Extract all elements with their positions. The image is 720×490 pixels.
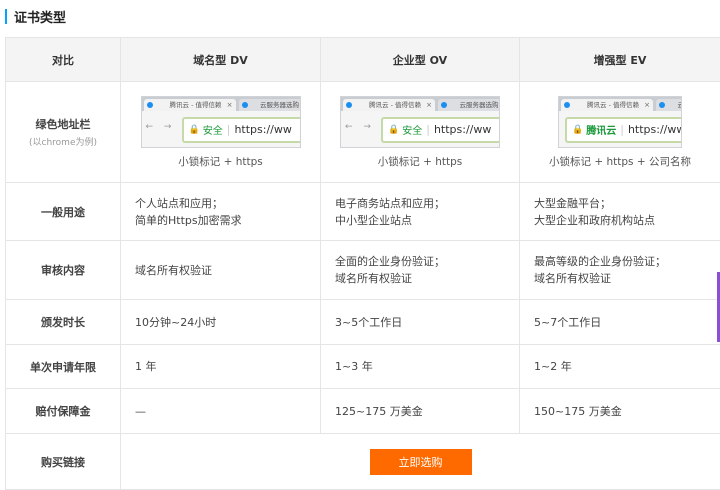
close-icon: × <box>226 100 233 109</box>
address-bar-caption-ev: 小锁标记 + https + 公司名称 <box>549 155 691 168</box>
table-row: 单次申请年限 1 年 1~3 年 1~2 年 <box>5 344 720 389</box>
row-label: 颁发时长 <box>5 299 121 345</box>
close-icon: × <box>644 100 650 109</box>
table-cell: 1 年 <box>120 344 321 389</box>
browser-tab: 云服务器选购 <box>438 98 499 111</box>
favicon-icon <box>241 101 248 108</box>
title-accent-bar <box>5 8 7 24</box>
table-cell: — <box>120 388 321 434</box>
favicon-icon <box>659 101 665 108</box>
header-dv: 域名型 DV <box>120 37 321 82</box>
address-bar-cell-dv: 腾讯云 - 值得信赖 × 云服务器选购 ← → C 🔒 安全 | https://… <box>120 81 321 183</box>
table-cell: 电子商务站点和应用； 中小型企业站点 <box>320 182 520 241</box>
table-row: 颁发时长 10分钟~24小时 3~5个工作日 5~7个工作日 <box>5 299 720 345</box>
table-cell: 5~7个工作日 <box>519 299 720 345</box>
header-corner: 对比 <box>5 37 121 82</box>
address-bar: 🔒 腾讯云 | https://ww <box>565 116 682 143</box>
browser-tab: 腾讯云 - 值得信赖 × <box>343 98 435 111</box>
lock-icon: 🔒 <box>572 124 584 135</box>
row-label-subtext: (以chrome为例) <box>29 138 97 148</box>
address-bar-caption-dv: 小锁标记 + https <box>178 155 263 168</box>
table-cell: 最高等级的企业身份验证； 域名所有权验证 <box>519 240 720 300</box>
browser-tab: 腾讯云 - 值得信赖 × <box>143 98 236 111</box>
table-cell: 1~3 年 <box>320 344 520 389</box>
table-cell: 大型金融平台； 大型企业和政府机构站点 <box>519 182 720 241</box>
favicon-icon <box>146 101 153 108</box>
secure-label: 安全 <box>202 126 223 137</box>
table-cell: 150~175 万美金 <box>519 388 720 434</box>
browser-screenshot-dv: 腾讯云 - 值得信赖 × 云服务器选购 ← → C 🔒 安全 | https://… <box>140 95 301 148</box>
url-text: https://ww <box>433 123 492 136</box>
address-bar: 🔒 安全 | https://ww <box>181 116 300 143</box>
row-label: 单次申请年限 <box>5 344 121 389</box>
section-title: 证书类型 <box>5 7 67 26</box>
table-cell: 1~2 年 <box>519 344 720 389</box>
browser-tab: 云服务器选购 <box>656 98 681 111</box>
browser-tab: 腾讯云 - 值得信赖 × <box>561 98 653 111</box>
lock-icon: 🔒 <box>188 124 200 135</box>
address-bar-cell-ov: 腾讯云 - 值得信赖 × 云服务器选购 ← → C 🔒 安全 | https://… <box>320 81 520 183</box>
page-title: 证书类型 <box>14 10 67 26</box>
secure-label: 腾讯云 <box>586 126 617 137</box>
table-row: 赔付保障金 — 125~175 万美金 150~175 万美金 <box>5 388 720 434</box>
row-label: 审核内容 <box>5 240 121 300</box>
table-cell: 域名所有权验证 <box>120 240 321 300</box>
browser-screenshot-ov: 腾讯云 - 值得信赖 × 云服务器选购 ← → C 🔒 安全 | https://… <box>340 95 500 148</box>
row-label: 一般用途 <box>5 182 121 241</box>
address-bar: 🔒 安全 | https://ww <box>381 116 499 143</box>
favicon-icon <box>564 101 570 108</box>
certificate-comparison-table: 对比 域名型 DV 企业型 OV 增强型 EV 绿色地址栏 (以chrome为例… <box>5 37 720 490</box>
row-label: 购买链接 <box>5 433 121 490</box>
table-row-buy: 购买链接 立即选购 <box>5 433 720 490</box>
buy-cell: 立即选购 <box>120 433 720 490</box>
header-ov: 企业型 OV <box>320 37 520 82</box>
table-cell: 个人站点和应用； 简单的Https加密需求 <box>120 182 321 241</box>
table-row-address-bar: 绿色地址栏 (以chrome为例) 腾讯云 - 值得信赖 × 云服务器选购 ← →… <box>5 81 720 183</box>
lock-icon: 🔒 <box>388 124 400 135</box>
table-cell: 全面的企业身份验证； 域名所有权验证 <box>320 240 520 300</box>
url-text: https://ww <box>627 123 682 136</box>
secure-label: 安全 <box>402 126 423 137</box>
row-label: 赔付保障金 <box>5 388 121 434</box>
header-ev: 增强型 EV <box>519 37 720 82</box>
table-row: 一般用途 个人站点和应用； 简单的Https加密需求 电子商务站点和应用； 中小型企… <box>5 182 720 241</box>
buy-now-button[interactable]: 立即选购 <box>369 448 472 475</box>
row-label-address-bar: 绿色地址栏 (以chrome为例) <box>5 81 121 183</box>
table-cell: 125~175 万美金 <box>320 388 520 434</box>
browser-tab: 云服务器选购 <box>238 98 300 111</box>
address-bar-cell-ev: 腾讯云 - 值得信赖× 云服务器选购 🔒 腾讯云 | https://ww 小锁… <box>519 81 720 183</box>
url-text: https://ww <box>234 123 292 136</box>
table-header-row: 对比 域名型 DV 企业型 OV 增强型 EV <box>5 37 720 82</box>
row-label-text: 绿色地址栏 <box>35 118 91 131</box>
address-bar-caption-ov: 小锁标记 + https <box>377 155 463 168</box>
close-icon: × <box>426 100 432 109</box>
table-row: 审核内容 域名所有权验证 全面的企业身份验证； 域名所有权验证 最高等级的企业身份… <box>5 240 720 300</box>
table-cell: 10分钟~24小时 <box>120 299 321 345</box>
browser-screenshot-ev: 腾讯云 - 值得信赖× 云服务器选购 🔒 腾讯云 | https://ww <box>558 95 682 148</box>
favicon-icon <box>346 101 352 108</box>
favicon-icon <box>441 101 447 108</box>
table-cell: 3~5个工作日 <box>320 299 520 345</box>
